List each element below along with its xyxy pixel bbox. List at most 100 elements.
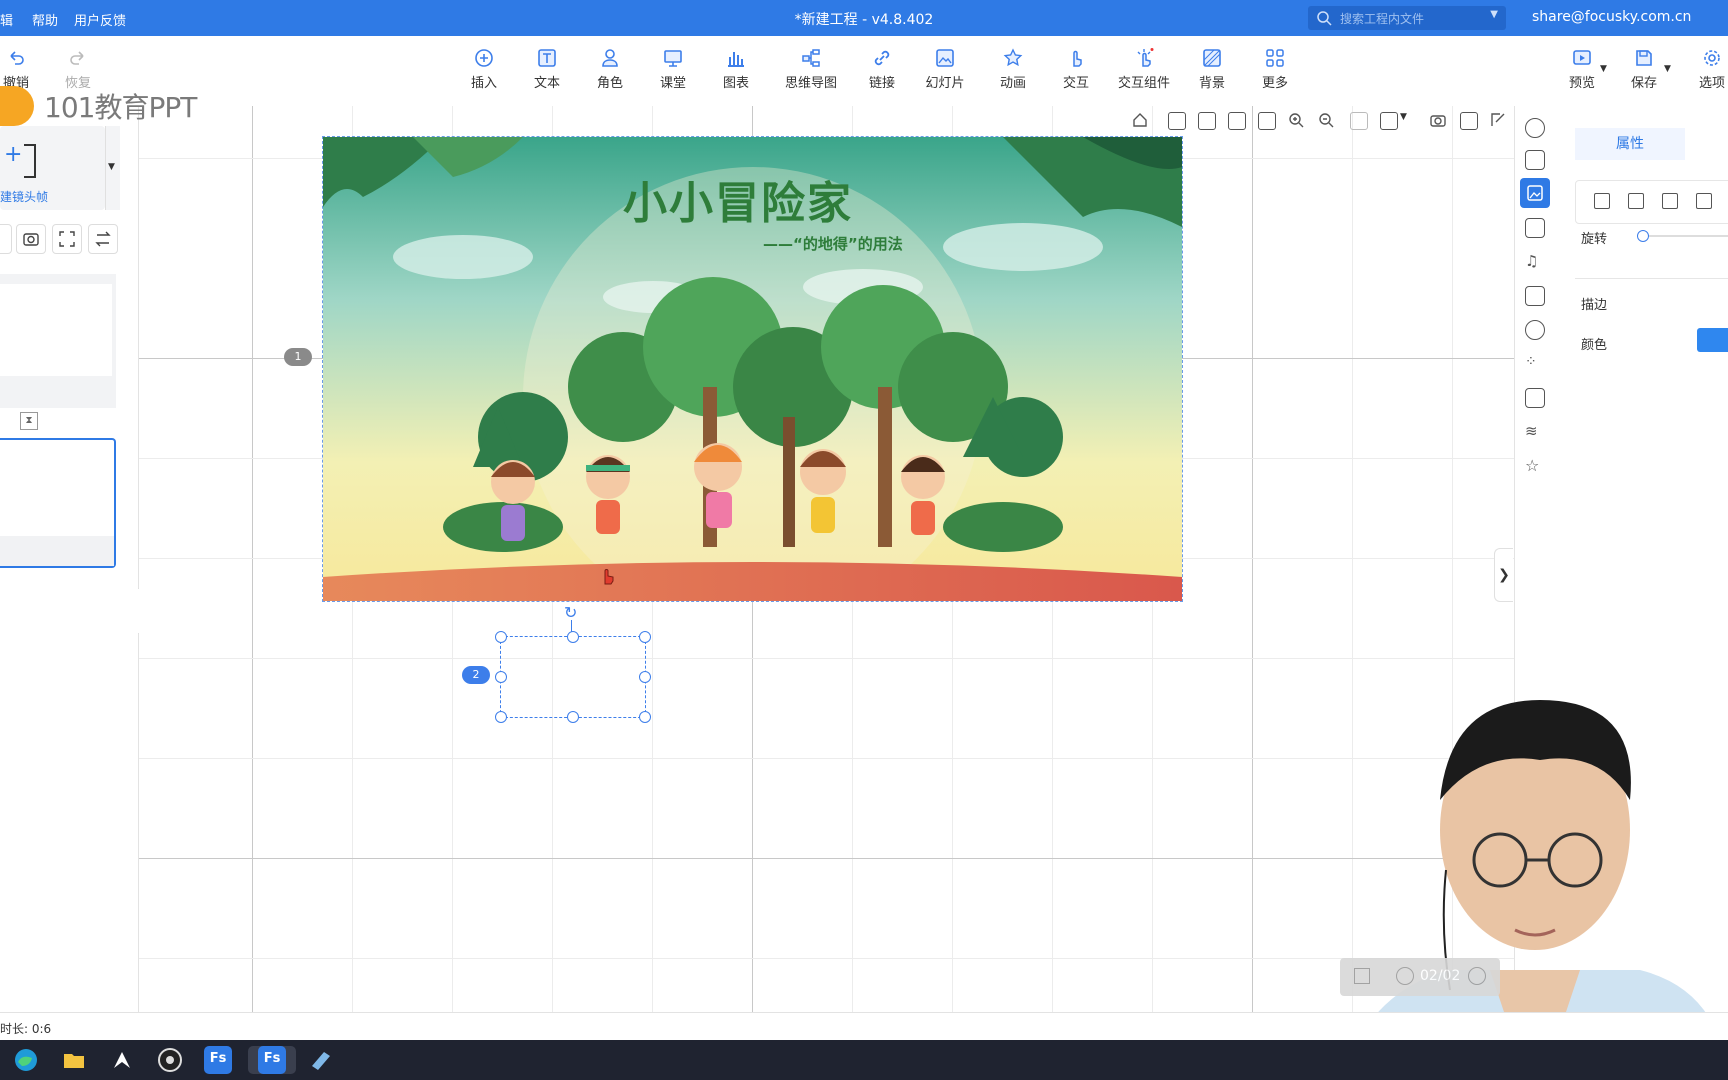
shape-icon[interactable] bbox=[1525, 118, 1545, 138]
lock-icon[interactable] bbox=[1380, 112, 1398, 130]
layers-icon[interactable]: ≋ bbox=[1525, 422, 1543, 440]
slide-button[interactable]: 幻灯片 bbox=[915, 48, 975, 91]
title-bar: 辑 帮助 用户反馈 *新建工程 - v4.8.402 搜索工程内文件 ▼ sha… bbox=[0, 0, 1728, 36]
slide-title[interactable]: 小小冒险家 bbox=[623, 167, 853, 231]
left-panel: + 建镜头帧 ▼ ⧗ bbox=[0, 106, 139, 1012]
save-icon bbox=[1636, 50, 1652, 66]
copy-icon[interactable] bbox=[1228, 112, 1246, 130]
resize-handle[interactable] bbox=[639, 711, 651, 723]
comment-icon[interactable] bbox=[1525, 286, 1545, 306]
frame-thumbnail-1[interactable] bbox=[0, 274, 116, 408]
add-frame-dropdown[interactable]: ▼ bbox=[105, 126, 120, 210]
chevron-right-icon: ❯ bbox=[1498, 567, 1510, 583]
video-icon[interactable] bbox=[1525, 218, 1545, 238]
hourglass-icon[interactable]: ⧗ bbox=[20, 412, 38, 430]
resize-handle[interactable] bbox=[567, 711, 579, 723]
preview-dropdown-icon[interactable]: ▼ bbox=[1600, 64, 1607, 74]
classroom-button[interactable]: 课堂 bbox=[643, 48, 703, 91]
resize-handle[interactable] bbox=[495, 631, 507, 643]
slide-subtitle[interactable]: ——“的地得”的用法 bbox=[763, 233, 903, 254]
background-button[interactable]: 背景 bbox=[1182, 48, 1242, 91]
insert-button[interactable]: 插入 bbox=[454, 48, 514, 91]
resize-handle[interactable] bbox=[567, 631, 579, 643]
menu-edit[interactable]: 辑 bbox=[0, 10, 13, 29]
selected-frame-2[interactable] bbox=[495, 631, 651, 723]
app-icon[interactable] bbox=[108, 1046, 136, 1074]
add-frame-button[interactable]: + 建镜头帧 bbox=[0, 126, 105, 210]
undo-button[interactable]: 撤销 bbox=[0, 48, 46, 91]
stroke-label: 描边 bbox=[1581, 298, 1608, 313]
image-icon[interactable] bbox=[1520, 178, 1550, 208]
flip-horizontal-icon[interactable] bbox=[1628, 193, 1644, 209]
chevron-down-icon[interactable]: ▼ bbox=[1490, 9, 1498, 20]
flip-vertical-icon[interactable] bbox=[1662, 193, 1678, 209]
focusky-app-active-icon[interactable]: Fs bbox=[248, 1046, 296, 1074]
search-placeholder: 搜索工程内文件 bbox=[1340, 12, 1425, 26]
home-icon[interactable] bbox=[1354, 968, 1370, 984]
sort-frames-icon[interactable] bbox=[88, 224, 118, 254]
frame-number-badge-2[interactable]: 2 bbox=[462, 666, 490, 684]
resize-handle[interactable] bbox=[639, 631, 651, 643]
settings-icon[interactable] bbox=[1460, 112, 1478, 130]
search-box[interactable]: 搜索工程内文件 ▼ bbox=[1308, 6, 1506, 30]
link-button[interactable]: 链接 bbox=[852, 48, 912, 91]
interaction-button[interactable]: 交互 bbox=[1046, 48, 1106, 91]
compass-icon[interactable] bbox=[1525, 320, 1545, 340]
resize-handle[interactable] bbox=[495, 671, 507, 683]
favorite-star-icon[interactable]: ☆ bbox=[1525, 456, 1543, 475]
save-dropdown-icon[interactable]: ▼ bbox=[1664, 64, 1671, 74]
paste-icon[interactable] bbox=[1258, 112, 1276, 130]
rotate-slider-knob[interactable] bbox=[1637, 230, 1649, 242]
frame-tool-icon[interactable] bbox=[0, 224, 12, 254]
obs-icon[interactable] bbox=[156, 1046, 184, 1074]
rotate-left-icon[interactable] bbox=[1168, 112, 1186, 130]
text-button[interactable]: 文本 bbox=[517, 48, 577, 91]
zoom-out-icon[interactable] bbox=[1318, 112, 1334, 128]
options-button[interactable]: 选项 bbox=[1682, 48, 1728, 91]
text-style-icon[interactable] bbox=[1525, 150, 1545, 170]
explorer-icon[interactable] bbox=[60, 1046, 88, 1074]
components-icon[interactable]: ⁘ bbox=[1525, 354, 1543, 372]
rotate-right-icon[interactable] bbox=[1198, 112, 1216, 130]
rotate-handle-icon[interactable]: ↻ bbox=[564, 603, 577, 622]
slide-frame-1[interactable]: 小小冒险家 ——“的地得”的用法 bbox=[322, 136, 1183, 602]
frame-number-badge-1[interactable]: 1 bbox=[284, 348, 312, 366]
resize-handle[interactable] bbox=[495, 711, 507, 723]
animation-button[interactable]: 动画 bbox=[983, 48, 1043, 91]
previous-page-icon[interactable] bbox=[1396, 967, 1414, 985]
align-icon[interactable] bbox=[1350, 112, 1368, 130]
unlock-icon[interactable] bbox=[1594, 193, 1610, 209]
menu-help[interactable]: 帮助 bbox=[32, 10, 58, 29]
camera-icon[interactable] bbox=[1430, 112, 1446, 128]
role-button[interactable]: 角色 bbox=[580, 48, 640, 91]
bar-chart-icon bbox=[728, 52, 744, 67]
chevron-down-icon[interactable]: ▼ bbox=[1400, 112, 1407, 122]
screenshot-icon[interactable] bbox=[52, 224, 82, 254]
lock-icon[interactable] bbox=[1696, 193, 1712, 209]
home-icon[interactable] bbox=[1132, 112, 1148, 128]
mindmap-button[interactable]: 思维导图 bbox=[779, 48, 843, 91]
zoom-in-icon[interactable] bbox=[1288, 112, 1304, 128]
tab-properties[interactable]: 属性 bbox=[1575, 128, 1685, 160]
interactive-widget-button[interactable]: 交互组件 bbox=[1112, 48, 1176, 91]
camera-icon[interactable] bbox=[16, 224, 46, 254]
play-icon bbox=[1573, 50, 1591, 65]
chart-button[interactable]: 图表 bbox=[706, 48, 766, 91]
resize-handle[interactable] bbox=[639, 671, 651, 683]
account-email[interactable]: share@focusky.com.cn bbox=[1532, 9, 1691, 25]
menu-feedback[interactable]: 用户反馈 bbox=[74, 10, 126, 29]
rotate-slider-track[interactable] bbox=[1637, 235, 1728, 237]
more-button[interactable]: 更多 bbox=[1245, 48, 1305, 91]
collapse-right-panel-button[interactable]: ❯ bbox=[1494, 548, 1513, 602]
next-page-icon[interactable] bbox=[1468, 967, 1486, 985]
document-icon[interactable] bbox=[1525, 388, 1545, 408]
music-icon[interactable]: ♫ bbox=[1525, 252, 1543, 270]
color-swatch[interactable] bbox=[1697, 328, 1728, 352]
duration-text: 时长: 0:6 bbox=[0, 1022, 52, 1036]
app-icon-2[interactable] bbox=[306, 1046, 334, 1074]
frame-thumbnail-2[interactable] bbox=[0, 438, 116, 568]
edge-icon[interactable] bbox=[12, 1046, 40, 1074]
redo-button[interactable]: 恢复 bbox=[48, 48, 108, 91]
focusky-app-icon[interactable]: Fs bbox=[204, 1046, 232, 1074]
edit-icon[interactable] bbox=[1490, 112, 1506, 128]
